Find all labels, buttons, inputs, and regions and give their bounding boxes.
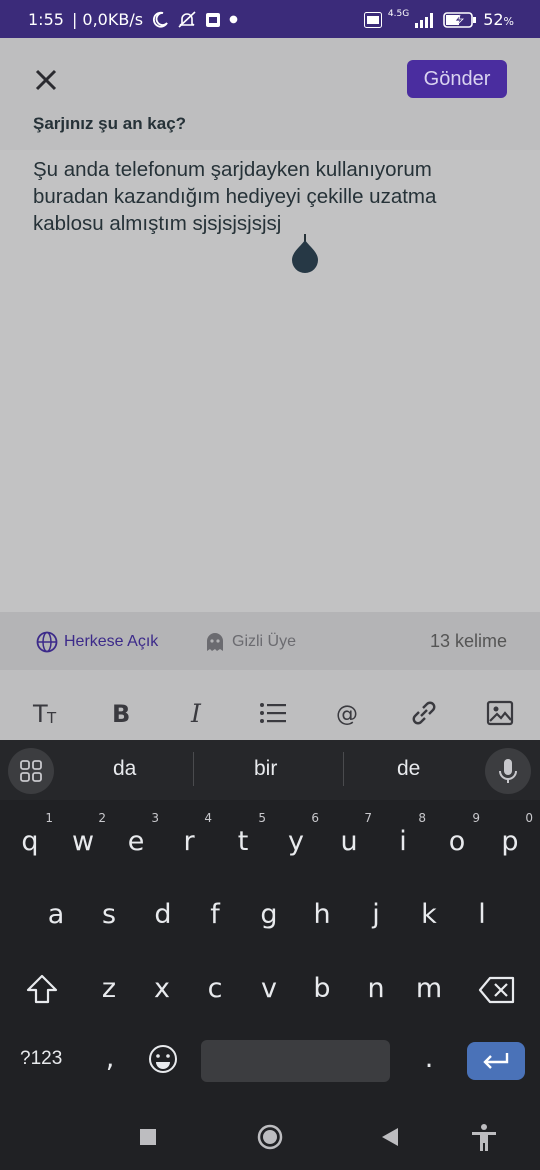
svg-text:T: T [46,709,57,727]
recents-icon[interactable] [139,1128,157,1146]
key-a[interactable]: a [31,899,81,930]
answer-text[interactable]: Şu anda telefonum şarjdayken kullanıyoru… [33,156,503,237]
suggestion-divider [193,752,194,786]
bullet-list-icon[interactable] [258,698,288,728]
key-y[interactable]: 6y [271,811,321,857]
notifications-off-icon [178,10,196,28]
home-icon[interactable] [257,1124,283,1150]
microphone-icon [499,759,517,783]
keyboard: da bir de 1q 2w 3e 4r 5t 6y 7u 8i 9o 0p … [0,740,540,1170]
key-l[interactable]: l [457,899,507,930]
key-w[interactable]: 2w [58,811,108,857]
svg-text:@: @ [336,702,358,727]
app-notification-icon [206,12,221,27]
key-d[interactable]: d [138,899,188,930]
signal-icon [415,12,434,28]
visibility-bar: Herkese Açık Gizli Üye 13 kelime [0,612,540,670]
send-button[interactable]: Gönder [407,60,507,98]
battery-charging-icon [443,11,477,28]
dot-icon: ● [229,14,238,25]
answer-editor[interactable]: Şu anda telefonum şarjdayken kullanıyoru… [0,150,540,612]
key-q[interactable]: 1q [5,811,55,857]
public-label: Herkese Açık [64,633,159,650]
suggestion-bar: da bir de [0,740,540,800]
ghost-icon [207,633,223,651]
globe-icon [36,631,58,653]
key-t[interactable]: 5t [218,811,268,857]
question-title: Şarjınız şu an kaç? [33,114,187,133]
shift-icon[interactable] [24,972,60,1006]
voice-input-button[interactable] [485,748,531,794]
bold-icon[interactable]: B [107,698,137,728]
key-g[interactable]: g [244,899,294,930]
backspace-icon[interactable] [478,975,516,1005]
battery-level: 52% [483,10,514,29]
mention-icon[interactable]: @ [334,698,364,728]
suggestion-1[interactable]: da [113,757,136,781]
key-x[interactable]: x [137,973,187,1004]
word-count: 13 kelime [429,631,507,651]
network-type: 4.5G [387,8,410,19]
key-n[interactable]: n [351,973,401,1004]
italic-icon[interactable]: I [183,698,213,728]
volte-icon [363,11,382,28]
network-speed: | 0,0KB/s [71,10,144,29]
status-bar: 1:55 | 0,0KB/s ● 4.5G 52% [0,0,540,38]
text-size-icon[interactable]: TT [31,698,61,728]
key-p[interactable]: 0p [485,811,535,857]
emoji-icon[interactable] [147,1043,179,1075]
compose-header: Gönder Şarjınız şu an kaç? [0,38,540,150]
key-e[interactable]: 3e [111,811,161,857]
key-o[interactable]: 9o [432,811,482,857]
svg-text:I: I [190,699,202,728]
anonymous-label: Gizli Üye [232,633,297,650]
key-v[interactable]: v [244,973,294,1004]
back-icon[interactable] [380,1127,400,1147]
key-j[interactable]: j [351,899,401,930]
svg-text:B: B [112,700,130,728]
suggestion-3[interactable]: de [397,757,420,781]
public-option[interactable]: Herkese Açık [36,631,158,653]
key-k[interactable]: k [404,899,454,930]
close-icon[interactable] [30,64,62,96]
space-key[interactable] [201,1040,390,1082]
key-f[interactable]: f [190,899,240,930]
key-h[interactable]: h [297,899,347,930]
key-r[interactable]: 4r [164,811,214,857]
anonymous-option[interactable]: Gizli Üye [204,631,296,653]
key-i[interactable]: 8i [378,811,428,857]
svg-text:T: T [32,700,48,728]
text-cursor-handle[interactable] [290,234,320,274]
key-b[interactable]: b [297,973,347,1004]
key-m[interactable]: m [404,973,454,1004]
moon-icon [153,11,168,27]
link-icon[interactable] [409,698,439,728]
image-icon[interactable] [485,698,515,728]
key-period[interactable]: . [404,1043,454,1074]
suggestion-divider [343,752,344,786]
key-z[interactable]: z [84,973,134,1004]
clock: 1:55 [28,10,64,29]
enter-key[interactable] [467,1042,525,1080]
suggestion-2[interactable]: bir [254,757,277,781]
key-u[interactable]: 7u [324,811,374,857]
grid-icon [20,760,42,782]
format-toolbar: TT B I @ [0,670,540,740]
keyboard-menu-button[interactable] [8,748,54,794]
key-comma[interactable]: , [85,1043,135,1074]
key-c[interactable]: c [190,973,240,1004]
key-s[interactable]: s [84,899,134,930]
accessibility-icon[interactable] [470,1123,498,1153]
symbols-key[interactable]: ?123 [20,1048,62,1070]
enter-icon [483,1053,509,1069]
